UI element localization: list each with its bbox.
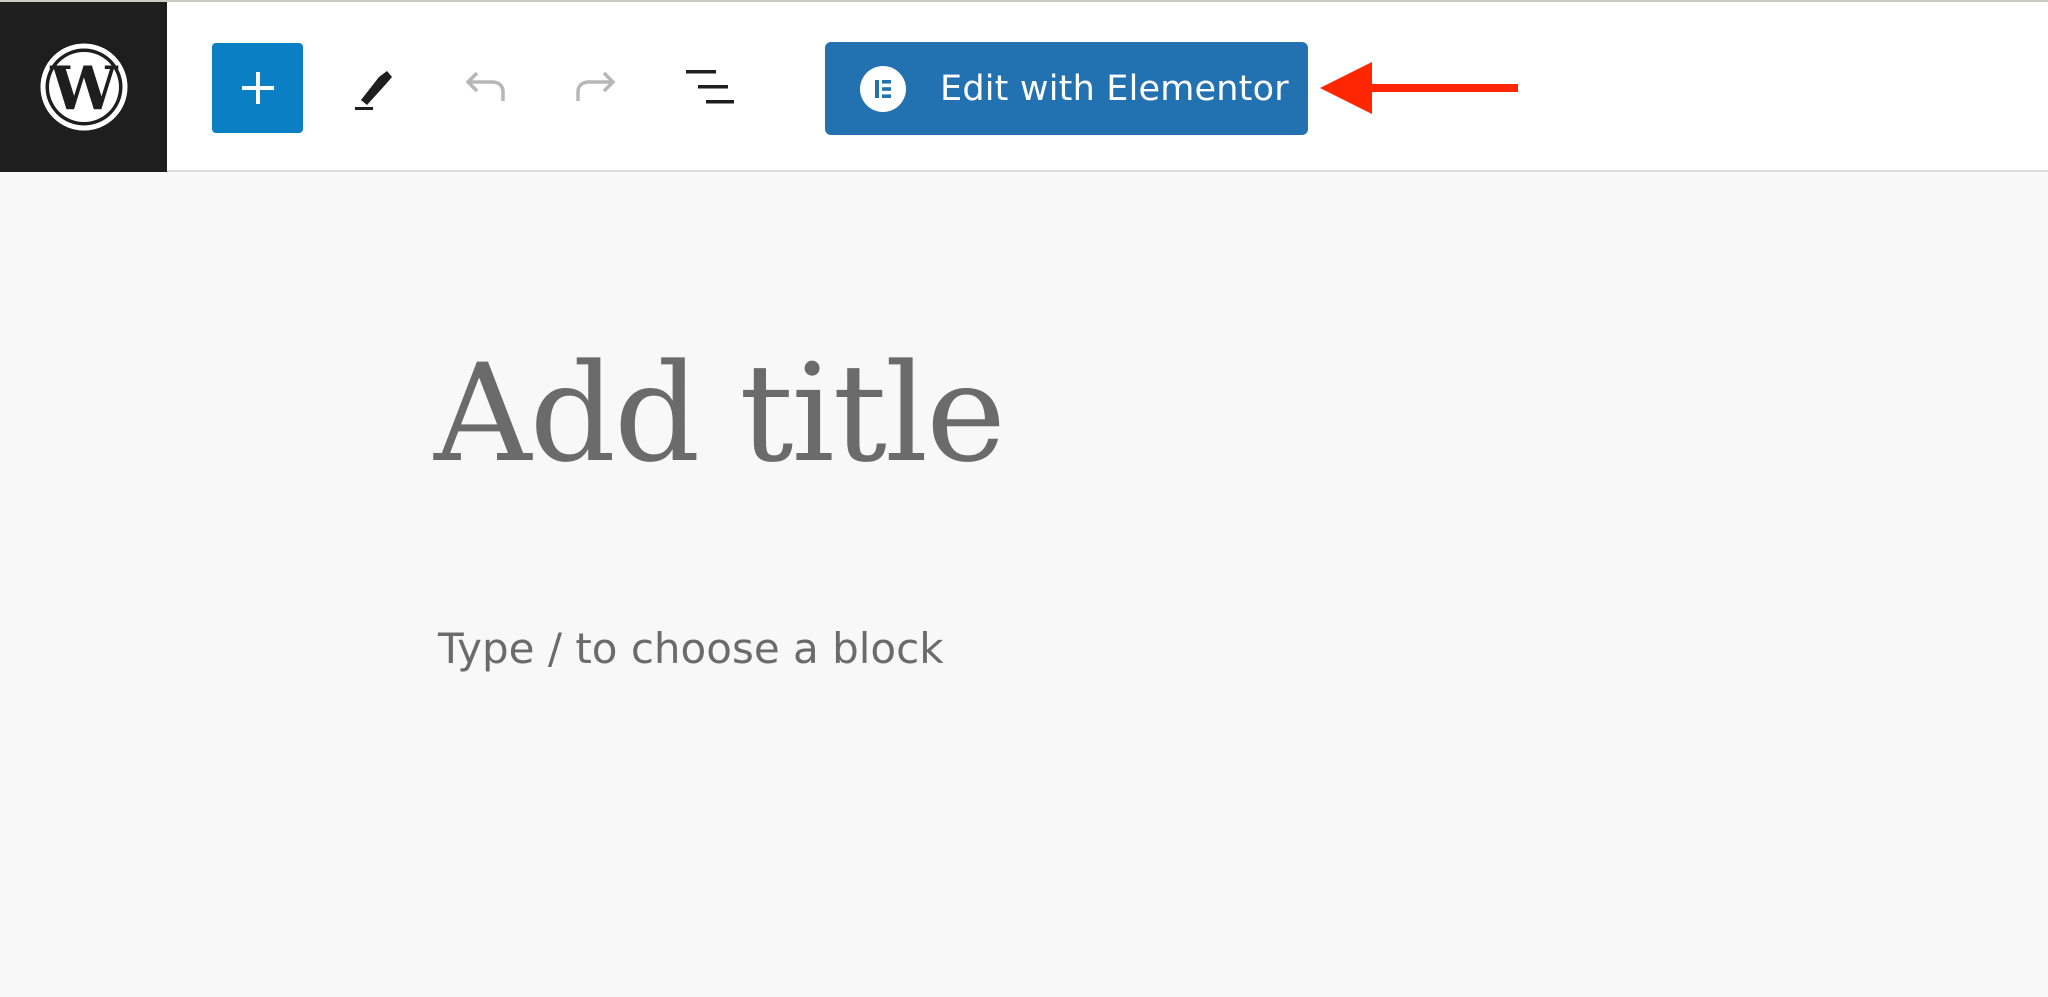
add-block-button[interactable] xyxy=(212,43,303,133)
editor-page: W Edit with Elementor Add title Type / t… xyxy=(0,0,2048,997)
wordpress-logo-icon: W xyxy=(40,43,127,131)
redo-icon xyxy=(576,71,616,101)
edit-with-elementor-button[interactable]: Edit with Elementor xyxy=(825,42,1308,135)
post-title-input[interactable]: Add title xyxy=(434,346,1006,481)
list-view-button[interactable] xyxy=(680,58,740,118)
pencil-icon xyxy=(355,71,392,110)
elementor-logo-icon xyxy=(860,65,906,112)
undo-button[interactable] xyxy=(456,60,512,116)
block-placeholder-input[interactable]: Type / to choose a block xyxy=(438,628,944,670)
wordpress-menu-button[interactable]: W xyxy=(0,2,167,172)
redo-button[interactable] xyxy=(569,60,625,116)
editor-toolbar: W Edit with Elementor xyxy=(0,0,2048,172)
red-arrow-icon xyxy=(1320,62,1518,114)
list-view-icon xyxy=(686,70,734,104)
edit-with-elementor-label: Edit with Elementor xyxy=(940,68,1289,109)
undo-icon xyxy=(465,71,505,101)
plus-icon xyxy=(241,72,274,104)
svg-text:W: W xyxy=(49,54,119,124)
tools-button[interactable] xyxy=(342,58,402,118)
